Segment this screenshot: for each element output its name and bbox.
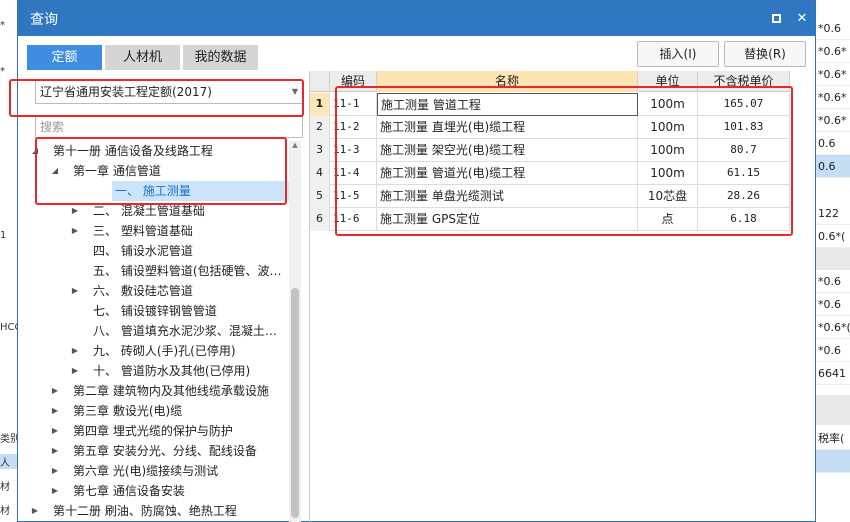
replace-button[interactable]: 替换(R) xyxy=(724,41,806,67)
tree-item-label: 第三章 敷设光(电)缆 xyxy=(73,404,183,418)
bg-right-cell: *0.6*( xyxy=(816,316,850,339)
highlight-box-tree-selection xyxy=(35,137,287,205)
insert-button[interactable]: 插入(I) xyxy=(637,41,719,67)
tab-quota[interactable]: 定额 xyxy=(27,45,102,70)
bg-right-cell: 0.6*( xyxy=(816,225,850,248)
bg-right-cell: 6641 xyxy=(816,362,850,385)
tree-item[interactable]: ▶ 第三章 敷设光(电)缆 xyxy=(26,401,303,421)
background-right-sliver: *0.6 *0.6* *0.6* *0.6* *0.6* 0.6 0.6 122… xyxy=(815,0,850,522)
tree-item-label: 六、 敷设硅芯管道 xyxy=(93,284,193,298)
row-index-cell[interactable]: 6 xyxy=(310,208,330,231)
row-index-cell[interactable]: 1 xyxy=(310,93,330,116)
dialog-title: 查询 xyxy=(30,11,58,28)
bg-right-cell: *0.6* xyxy=(816,40,850,63)
highlight-box-quota-select xyxy=(9,79,304,117)
tree-item[interactable]: ▶ 第五章 安装分光、分线、配线设备 xyxy=(26,441,303,461)
bg-right-cell: *0.6 xyxy=(816,293,850,316)
row-index-cell[interactable]: 2 xyxy=(310,116,330,139)
tree-item[interactable]: ▶ 第二章 建筑物内及其他线缆承载设施 xyxy=(26,381,303,401)
bg-right-cell: 0.6 xyxy=(816,132,850,155)
bg-right-cell: *0.6 xyxy=(816,17,850,40)
expand-arrow-icon[interactable]: ▶ xyxy=(70,341,80,361)
bg-right-cell: *0.6 xyxy=(816,339,850,362)
tree-item-label: 三、 塑料管道基础 xyxy=(93,224,193,238)
tab-bar: 定额 人材机 我的数据 xyxy=(27,45,258,70)
expand-arrow-icon[interactable]: ▶ xyxy=(50,381,60,401)
row-index-cell[interactable]: 4 xyxy=(310,162,330,185)
tree-item[interactable]: 八、 管道填充水泥沙浆、混凝土… xyxy=(26,321,303,341)
tree-scrollbar[interactable]: ▲ xyxy=(289,141,301,522)
tree-item-label: 九、 砖砌人(手)孔(已停用) xyxy=(93,344,236,358)
bg-right-cell: 122 xyxy=(816,202,850,225)
tree-item[interactable]: ▶ 十、 管道防水及其他(已停用) xyxy=(26,361,303,381)
tree-item-label: 第四章 埋式光缆的保护与防护 xyxy=(73,424,233,438)
row-index-cell[interactable]: 5 xyxy=(310,185,330,208)
scrollbar-thumb[interactable] xyxy=(291,288,299,518)
tree-item[interactable]: ▶ 第七章 通信设备安装 xyxy=(26,481,303,501)
tree-item-label: 第五章 安装分光、分线、配线设备 xyxy=(73,444,257,458)
tree-item-label: 十、 管道防水及其他(已停用) xyxy=(93,364,251,378)
tree-item[interactable]: ▶ 九、 砖砌人(手)孔(已停用) xyxy=(26,341,303,361)
expand-arrow-icon[interactable]: ▶ xyxy=(50,401,60,421)
tree-item[interactable]: 四、 铺设水泥管道 xyxy=(26,241,303,261)
expand-arrow-icon[interactable]: ▶ xyxy=(50,441,60,461)
tab-my-data[interactable]: 我的数据 xyxy=(183,45,258,70)
tree-item[interactable]: ▶ 第十二册 刷油、防腐蚀、绝热工程 xyxy=(26,501,303,521)
row-index-cell[interactable]: 3 xyxy=(310,139,330,162)
tree-item-label: 七、 铺设镀锌钢管管道 xyxy=(93,304,217,318)
tree-item-label: 第六章 光(电)缆接续与测试 xyxy=(73,464,219,478)
tree-item[interactable]: ▶ 第六章 光(电)缆接续与测试 xyxy=(26,461,303,481)
expand-arrow-icon[interactable]: ▶ xyxy=(70,221,80,241)
highlight-box-results xyxy=(335,86,793,236)
tree-item[interactable]: ▶ 第四章 埋式光缆的保护与防护 xyxy=(26,421,303,441)
bg-right-cell: *0.6* xyxy=(816,63,850,86)
maximize-icon[interactable] xyxy=(763,1,789,36)
close-icon[interactable]: ✕ xyxy=(789,1,815,36)
tree-item-label: 五、 铺设塑料管道(包括硬管、波… xyxy=(93,264,282,278)
expand-arrow-icon[interactable]: ▶ xyxy=(70,361,80,381)
tree-item[interactable]: 七、 铺设镀锌钢管管道 xyxy=(26,301,303,321)
tree-item-label: 第二章 建筑物内及其他线缆承载设施 xyxy=(73,384,269,398)
expand-arrow-icon[interactable]: ▶ xyxy=(70,281,80,301)
tree-item[interactable]: ▶ 三、 塑料管道基础 xyxy=(26,221,303,241)
search-input[interactable]: 搜索 xyxy=(35,116,303,138)
bg-right-cell: *0.6* xyxy=(816,86,850,109)
expand-arrow-icon[interactable]: ▶ xyxy=(50,421,60,441)
tree-item-label: 第十二册 刷油、防腐蚀、绝热工程 xyxy=(53,504,237,518)
expand-arrow-icon[interactable]: ▶ xyxy=(30,501,40,521)
bg-right-band xyxy=(816,395,850,425)
tree-item[interactable]: ▶ 六、 敷设硅芯管道 xyxy=(26,281,303,301)
header-index xyxy=(310,71,330,92)
tree-item[interactable]: 五、 铺设塑料管道(包括硬管、波… xyxy=(26,261,303,281)
bg-right-cell: 税率( xyxy=(816,427,850,450)
tree-item-label: 四、 铺设水泥管道 xyxy=(93,244,193,258)
bg-right-cell: *0.6* xyxy=(816,109,850,132)
query-dialog: 查询 ✕ 定额 人材机 我的数据 插入(I) 替换(R) 辽宁省通用安装工程定额… xyxy=(9,0,816,522)
bg-right-cell: 0.6 xyxy=(816,155,850,178)
tree-item-label: 八、 管道填充水泥沙浆、混凝土… xyxy=(93,324,277,338)
bg-right-cell xyxy=(816,450,850,473)
tab-labor-material-machine[interactable]: 人材机 xyxy=(105,45,180,70)
tree-item-label: 第七章 通信设备安装 xyxy=(73,484,185,498)
expand-arrow-icon[interactable]: ▶ xyxy=(50,481,60,501)
bg-right-band xyxy=(816,248,850,270)
bg-right-cell: *0.6 xyxy=(816,270,850,293)
dialog-titlebar[interactable]: 查询 ✕ xyxy=(18,1,815,36)
expand-arrow-icon[interactable]: ▶ xyxy=(50,461,60,481)
scroll-up-icon[interactable]: ▲ xyxy=(289,141,301,153)
